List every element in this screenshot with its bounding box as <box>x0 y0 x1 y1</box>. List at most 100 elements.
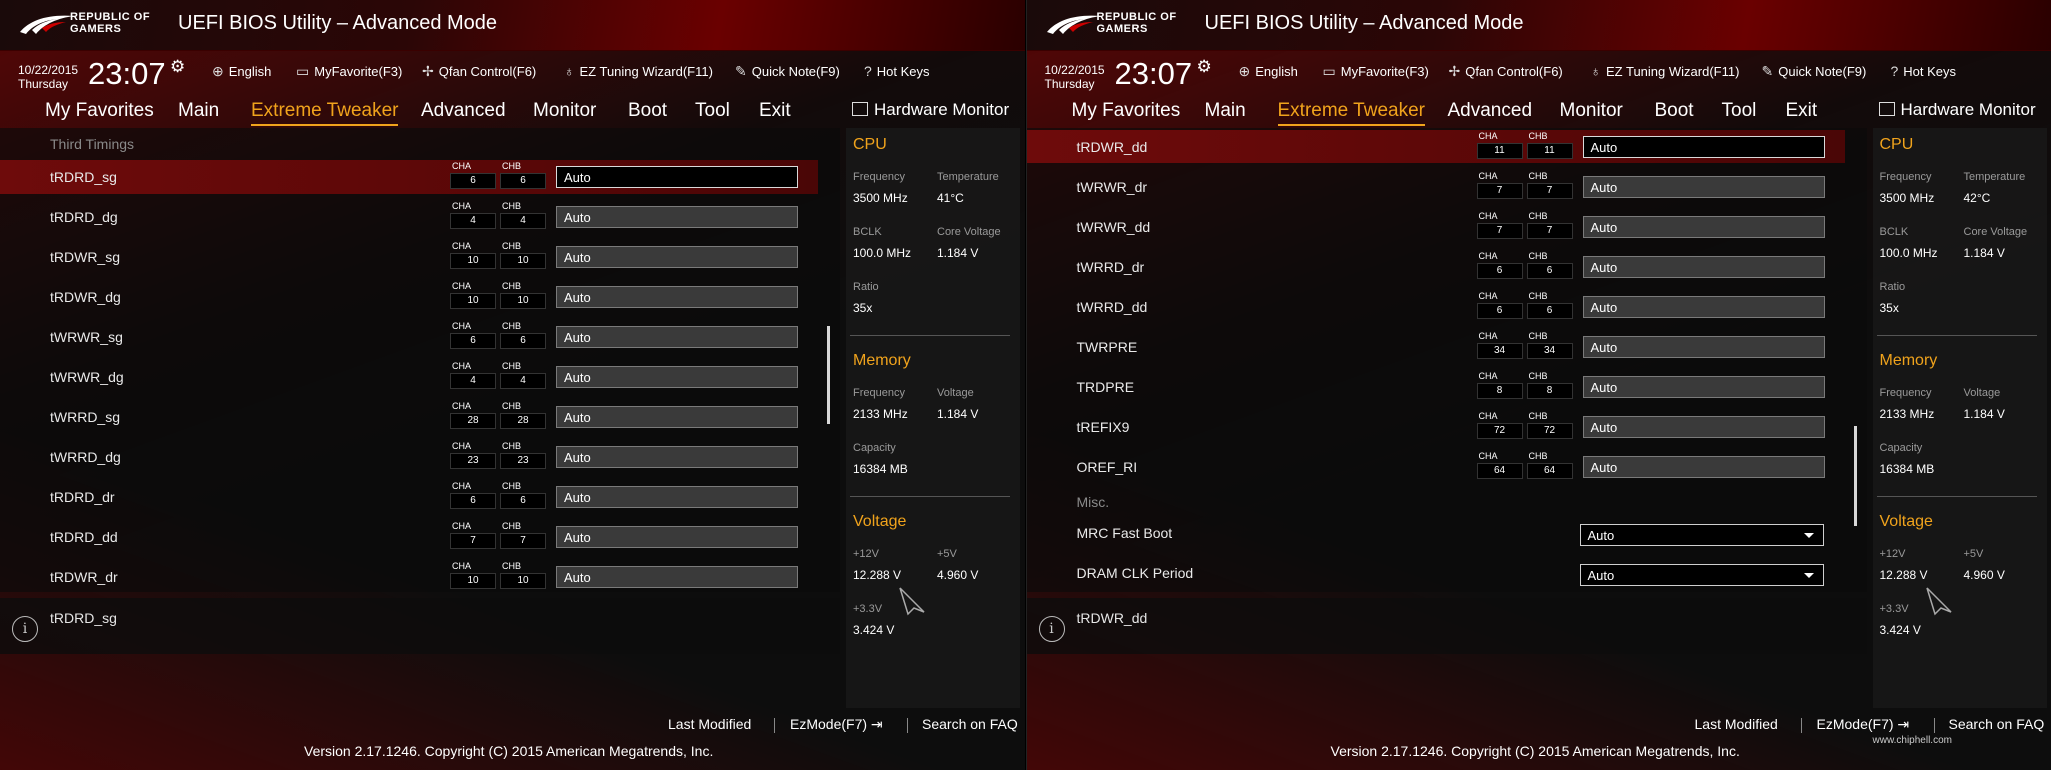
hw-memory-header: Memory <box>853 352 911 369</box>
timing-label: tWRRD_dd <box>1076 299 1148 315</box>
tab-extreme-tweaker[interactable]: Extreme Tweaker <box>251 100 399 126</box>
cha-value: 10 <box>450 253 496 269</box>
timing-value-field[interactable]: Auto <box>556 366 798 388</box>
last-modified-button[interactable]: Last Modified <box>668 716 751 732</box>
cha-label: CHA <box>452 521 472 531</box>
timing-value-field[interactable]: Auto <box>556 406 798 428</box>
hardware-monitor-title: Hardware Monitor <box>1878 100 2036 120</box>
hardware-monitor-title: Hardware Monitor <box>852 100 1009 120</box>
search-faq-button[interactable]: Search on FAQ <box>1949 716 2045 732</box>
note-icon: ✎ <box>1761 63 1774 79</box>
gear-icon[interactable]: ⚙ <box>1197 57 1212 77</box>
ez-tuning-wizard-button[interactable]: ♁ EZ Tuning Wizard(F11) <box>564 63 713 79</box>
timing-value-field[interactable]: Auto <box>1582 456 1825 478</box>
section-header: Misc. <box>1076 494 1110 510</box>
footer-separator <box>1933 718 1935 733</box>
timing-value-field[interactable]: Auto <box>556 206 798 228</box>
tab-monitor[interactable]: Monitor <box>533 100 596 122</box>
timing-value-field[interactable]: Auto <box>556 286 798 308</box>
timing-value-field[interactable]: Auto <box>556 566 798 588</box>
quick-note-button[interactable]: ✎ Quick Note(F9) <box>1762 63 1867 80</box>
hw-core-voltage-label: Core Voltage <box>1963 226 2028 238</box>
tab-advanced[interactable]: Advanced <box>421 100 506 122</box>
timing-value-field[interactable]: Auto <box>556 486 798 508</box>
ez-tuning-wizard-button[interactable]: ♁ EZ Tuning Wizard(F11) <box>1591 63 1740 79</box>
scrollbar[interactable] <box>827 326 830 424</box>
timing-value-field[interactable]: Auto <box>1582 336 1825 358</box>
hw-mem-voltage: 1.184 V <box>1963 407 2005 421</box>
dram-clk-period-dropdown[interactable]: Auto <box>1579 564 1824 586</box>
timing-value-field[interactable]: Auto <box>1582 416 1825 438</box>
chb-value: 4 <box>500 213 546 229</box>
search-faq-button[interactable]: Search on FAQ <box>922 716 1018 732</box>
section-header: Third Timings <box>50 136 135 152</box>
cha-value: 7 <box>1476 183 1523 199</box>
hw-33v: 3.424 V <box>1879 623 1921 637</box>
tab-main[interactable]: Main <box>1205 100 1246 122</box>
chb-label: CHB <box>1528 131 1548 141</box>
tab-exit[interactable]: Exit <box>1786 100 1818 122</box>
timing-value-field[interactable]: Auto <box>556 246 798 268</box>
tab-exit[interactable]: Exit <box>759 100 791 122</box>
hot-keys-button[interactable]: ? Hot Keys <box>1891 63 1957 79</box>
timing-value-field[interactable]: Auto <box>556 326 798 348</box>
qfan-control-button[interactable]: ✢ Qfan Control(F6) <box>1449 63 1563 80</box>
language-button[interactable]: ⊕ English <box>1239 63 1298 80</box>
timing-value-field[interactable]: Auto <box>1582 296 1825 318</box>
footer-separator <box>774 718 775 733</box>
scrollbar[interactable] <box>1853 426 1857 526</box>
hw-bclk-label: BCLK <box>1879 226 1909 238</box>
myfavorite-button[interactable]: ▭ MyFavorite(F3) <box>1323 63 1429 80</box>
cha-value: 7 <box>1476 223 1523 239</box>
timing-value-field[interactable]: Auto <box>1582 376 1825 398</box>
hw-cpu-header: CPU <box>1879 136 1914 153</box>
hw-divider <box>1876 496 2037 497</box>
tab-monitor[interactable]: Monitor <box>1560 100 1623 122</box>
tab-advanced[interactable]: Advanced <box>1448 100 1533 122</box>
hw-12v: 12.288 V <box>853 568 902 582</box>
cha-value: 10 <box>450 293 496 309</box>
globe-icon: ⊕ <box>212 63 224 79</box>
chb-value: 10 <box>500 253 546 269</box>
exit-arrow-icon: ⇥ <box>1897 716 1910 732</box>
hot-keys-button[interactable]: ? Hot Keys <box>864 63 930 79</box>
info-icon: i <box>12 616 38 642</box>
cha-value: 64 <box>1476 463 1523 479</box>
tab-boot[interactable]: Boot <box>628 100 667 122</box>
timing-value-field[interactable]: Auto <box>556 446 798 468</box>
myfavorite-button[interactable]: ▭ MyFavorite(F3) <box>296 63 402 80</box>
timing-value-field[interactable]: Auto <box>556 526 798 548</box>
hw-mem-voltage-label: Voltage <box>937 387 974 399</box>
timing-value-field[interactable]: Auto <box>1582 216 1825 238</box>
timing-value-field[interactable]: Auto <box>1582 136 1825 158</box>
cha-value: 8 <box>1476 383 1523 399</box>
gear-icon[interactable]: ⚙ <box>170 57 185 77</box>
chb-label: CHB <box>502 241 522 251</box>
last-modified-button[interactable]: Last Modified <box>1695 716 1778 732</box>
language-button[interactable]: ⊕ English <box>212 63 271 80</box>
timing-value-field[interactable]: Auto <box>556 166 798 188</box>
ezmode-button[interactable]: EzMode(F7) ⇥ <box>1817 716 1910 733</box>
tab-tool[interactable]: Tool <box>1722 100 1757 122</box>
monitor-icon <box>1878 102 1895 116</box>
dram-clk-period-label: DRAM CLK Period <box>1076 565 1194 581</box>
tab-main[interactable]: Main <box>178 100 219 122</box>
timing-value-field[interactable]: Auto <box>1582 256 1825 278</box>
lightbulb-icon: ♁ <box>1590 63 1602 79</box>
hw-divider <box>850 335 1010 336</box>
chb-value: 7 <box>500 533 546 549</box>
tab-boot[interactable]: Boot <box>1655 100 1694 122</box>
timing-value-field[interactable]: Auto <box>1582 176 1825 198</box>
date-display: 10/22/2015 Thursday <box>18 63 79 91</box>
mrc-fast-boot-dropdown[interactable]: Auto <box>1579 524 1824 546</box>
hw-mem-voltage-label: Voltage <box>1963 387 2001 399</box>
quick-note-button[interactable]: ✎ Quick Note(F9) <box>735 63 840 80</box>
rog-logo-text: REPUBLIC OF GAMERS <box>70 11 151 35</box>
tab-my-favorites[interactable]: My Favorites <box>1072 100 1181 122</box>
ezmode-button[interactable]: EzMode(F7) ⇥ <box>790 716 883 733</box>
cha-value: 6 <box>450 333 496 349</box>
tab-tool[interactable]: Tool <box>695 100 730 122</box>
tab-my-favorites[interactable]: My Favorites <box>45 100 154 122</box>
tab-extreme-tweaker[interactable]: Extreme Tweaker <box>1277 100 1425 126</box>
qfan-control-button[interactable]: ✢ Qfan Control(F6) <box>422 63 536 80</box>
